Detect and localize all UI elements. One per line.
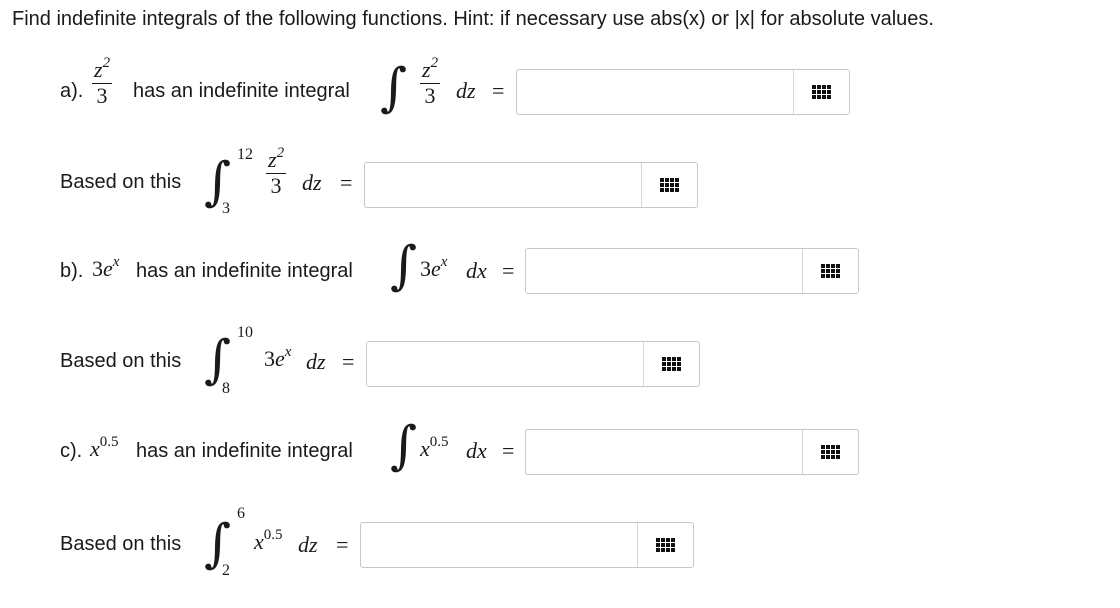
part-c-expression: x0.5 [90,434,119,461]
equals-sign: = [502,438,515,463]
part-c-definite-integrand: x0.5 [254,527,283,554]
integral-sign: ∫ [390,416,418,476]
answer-a-definite [364,162,698,208]
equals-sign: = [340,170,353,195]
lower-limit-a: 3 [222,200,230,217]
part-c-differential: dx [466,438,487,463]
keypad-grid-icon [821,445,840,459]
based-on-this-c: Based on this [60,533,182,555]
answer-b-definite [366,341,700,387]
answer-c-definite [360,522,694,568]
keypad-button[interactable] [637,523,693,567]
equals-sign: = [492,78,505,103]
equals-sign: = [342,349,355,374]
part-a-label: has an indefinite integral [133,80,350,102]
part-a-expression: z2 3 [92,55,113,108]
keypad-button[interactable] [641,163,697,207]
part-c-label: has an indefinite integral [136,440,353,462]
part-a-letter: a). [60,80,84,102]
part-b-definite-differential: dz [306,349,326,374]
integral-sign: ∫ [390,236,418,296]
keypad-grid-icon [660,178,679,192]
lower-limit-c: 2 [222,562,230,579]
equals-sign: = [336,532,349,557]
part-b-letter: b). [60,260,84,282]
keypad-grid-icon [821,264,840,278]
equals-sign: = [502,258,515,283]
part-b-expression: 3ex [92,254,120,281]
part-b-differential: dx [466,258,487,283]
upper-limit-a: 12 [237,146,253,163]
part-c-integrand: x0.5 [420,434,449,461]
answer-a-indefinite [516,69,850,115]
keypad-button[interactable] [802,430,858,474]
keypad-grid-icon [812,85,831,99]
answer-b-indefinite [525,248,859,294]
part-a-definite-integrand: z2 3 [266,145,287,198]
keypad-button[interactable] [643,342,699,386]
lower-limit-b: 8 [222,380,230,397]
part-c-letter: c). [60,440,83,462]
definite-integral-sign: ∫ [204,330,232,390]
answer-c-indefinite [525,429,859,475]
part-a-integrand: z2 3 [420,55,441,108]
upper-limit-b: 10 [237,324,253,341]
part-b-integrand: 3ex [420,254,448,281]
keypad-button[interactable] [802,249,858,293]
based-on-this-b: Based on this [60,350,182,372]
keypad-grid-icon [662,357,681,371]
part-a-definite-differential: dz [302,170,322,195]
part-c-definite-differential: dz [298,532,318,557]
based-on-this-a: Based on this [60,171,182,193]
instructions-text: Find indefinite integrals of the followi… [12,8,934,30]
part-a-differential: dz [456,78,476,103]
keypad-button[interactable] [793,70,849,114]
upper-limit-c: 6 [237,505,245,522]
part-b-definite-integrand: 3ex [264,344,292,371]
keypad-grid-icon [656,538,675,552]
part-b-label: has an indefinite integral [136,260,353,282]
integral-sign: ∫ [380,58,408,118]
